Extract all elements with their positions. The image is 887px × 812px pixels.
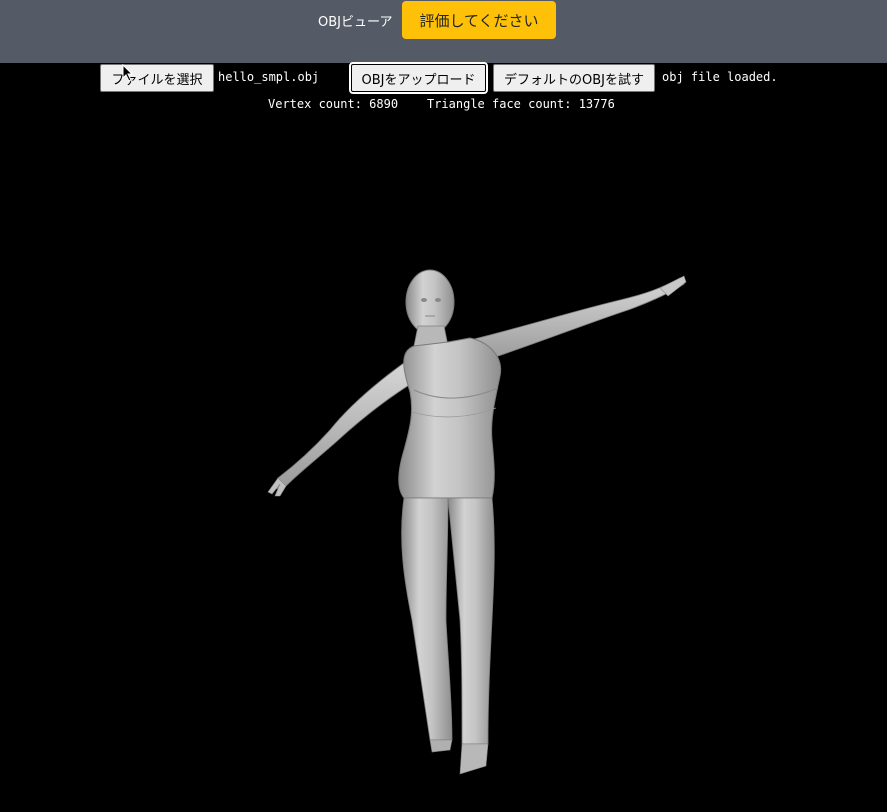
- choose-file-button[interactable]: ファイルを選択: [100, 64, 214, 92]
- human-body-mesh-icon: [267, 269, 687, 775]
- mouse-cursor-icon: [122, 63, 134, 86]
- top-header: OBJビューア 評価してください: [0, 0, 887, 63]
- 3d-viewport[interactable]: [0, 115, 887, 808]
- mesh-stats: Vertex count: 6890 Triangle face count: …: [268, 97, 615, 111]
- face-count-value: 13776: [578, 97, 615, 111]
- app-title: OBJビューア: [318, 15, 393, 30]
- load-status-text: obj file loaded.: [662, 70, 778, 84]
- upload-obj-button[interactable]: OBJをアップロード: [349, 62, 488, 94]
- face-count-label: Triangle face count:: [426, 97, 572, 111]
- rate-button[interactable]: 評価してください: [402, 1, 556, 39]
- selected-file-name: hello_smpl.obj: [218, 70, 320, 84]
- try-default-obj-button[interactable]: デフォルトのOBJを試す: [493, 64, 655, 92]
- vertex-count-label: Vertex count:: [268, 97, 362, 111]
- vertex-count-value: 6890: [369, 97, 399, 111]
